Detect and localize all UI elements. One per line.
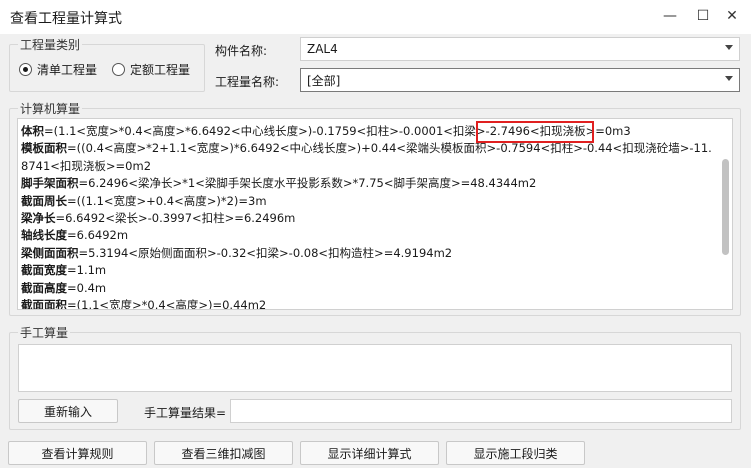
title-bar: 查看工程量计算式 — ☐ ✕ [0, 0, 751, 34]
minimize-icon[interactable]: — [658, 4, 682, 28]
quantity-name-label: 工程量名称: [215, 75, 280, 89]
calc-line-expr: =1.1m [67, 263, 107, 278]
calc-line: 体积=(1.1<宽度>*0.4<高度>*6.6492<中心线长度>)-0.175… [21, 123, 721, 140]
calc-line: 脚手架面积=6.2496<梁净长>*1<梁脚手架长度水平投影系数>*7.75<脚… [21, 175, 721, 192]
highlight-box [476, 121, 594, 143]
calc-line: 截面宽度=1.1m [21, 262, 721, 279]
manual-result-label: 手工算量结果= [144, 406, 227, 420]
calc-line-name: 脚手架面积 [21, 176, 79, 191]
radio-bill-quantity-label: 清单工程量 [37, 63, 98, 77]
calc-line-expr: =((0.4<高度>*2+1.1<宽度>)*6.6492<中心线长度>)+0.4… [67, 141, 712, 156]
calc-line-name: 截面周长 [21, 193, 67, 208]
calc-line: 模板面积=((0.4<高度>*2+1.1<宽度>)*6.6492<中心线长度>)… [21, 140, 721, 157]
calc-line-expr: =((1.1<宽度>+0.4<高度>)*2)=3m [67, 193, 267, 208]
component-name-label: 构件名称: [215, 44, 268, 58]
calc-line: 8741<扣现浇板>=0m2 [21, 158, 721, 175]
component-name-value: ZAL4 [307, 42, 338, 56]
manual-calc-legend: 手工算量 [18, 324, 71, 341]
reinput-button[interactable]: 重新输入 [18, 399, 118, 423]
calc-line-name: 梁净长 [21, 210, 56, 225]
manual-calc-textarea[interactable] [18, 344, 732, 392]
computer-calc-legend: 计算机算量 [18, 100, 83, 117]
calc-line: 轴线长度=6.6492m [21, 227, 721, 244]
calc-line-name: 截面面积 [21, 297, 67, 310]
quantity-type-group: 工程量类别 清单工程量 定额工程量 [9, 36, 205, 92]
calc-line-expr: =(1.1<宽度>*0.4<高度>)=0.44m2 [67, 297, 267, 310]
chevron-down-icon [725, 45, 733, 50]
close-icon[interactable]: ✕ [720, 4, 744, 28]
view-3d-deduction-button[interactable]: 查看三维扣减图 [154, 441, 293, 465]
chevron-down-icon [725, 76, 733, 81]
radio-quota-quantity[interactable]: 定额工程量 [112, 61, 190, 78]
radio-checked-icon [19, 63, 32, 76]
radio-quota-quantity-label: 定额工程量 [130, 63, 191, 77]
calc-line-expr: 8741<扣现浇板>=0m2 [21, 158, 152, 173]
quantity-type-legend: 工程量类别 [18, 36, 83, 53]
maximize-icon[interactable]: ☐ [691, 4, 715, 28]
manual-result-input[interactable] [230, 399, 732, 423]
quantity-name-value: [全部] [307, 73, 341, 88]
radio-unchecked-icon [112, 63, 125, 76]
calc-lines: 体积=(1.1<宽度>*0.4<高度>*6.6492<中心线长度>)-0.175… [21, 123, 721, 310]
calc-line: 梁侧面面积=5.3194<原始侧面面积>-0.32<扣梁>-0.08<扣构造柱>… [21, 245, 721, 262]
calc-line-name: 轴线长度 [21, 228, 67, 243]
computer-calc-textarea[interactable]: 体积=(1.1<宽度>*0.4<高度>*6.6492<中心线长度>)-0.175… [17, 118, 733, 310]
quantity-name-select[interactable]: [全部] [300, 68, 740, 92]
computer-calc-group: 计算机算量 体积=(1.1<宽度>*0.4<高度>*6.6492<中心线长度>)… [9, 100, 741, 316]
window-title: 查看工程量计算式 [10, 11, 122, 27]
show-construction-section-button[interactable]: 显示施工段归类 [446, 441, 585, 465]
calc-line-name: 体积 [21, 124, 44, 138]
calc-line-expr: =6.6492m [67, 228, 129, 243]
radio-bill-quantity[interactable]: 清单工程量 [19, 61, 97, 78]
calc-line: 截面高度=0.4m [21, 280, 721, 297]
calc-line-name: 模板面积 [21, 141, 67, 156]
calc-line: 截面面积=(1.1<宽度>*0.4<高度>)=0.44m2 [21, 297, 721, 310]
calc-line-name: 截面宽度 [21, 263, 67, 278]
calc-line-expr: =5.3194<原始侧面面积>-0.32<扣梁>-0.08<扣构造柱>=4.91… [78, 245, 453, 260]
component-name-select[interactable]: ZAL4 [300, 37, 740, 61]
calc-line-expr: =0.4m [67, 280, 107, 295]
calc-line-expr: =6.2496<梁净长>*1<梁脚手架长度水平投影系数>*7.75<脚手架高度>… [78, 176, 537, 191]
calc-line-name: 梁侧面面积 [21, 245, 79, 260]
calc-line: 梁净长=6.6492<梁长>-0.3997<扣柱>=6.2496m [21, 210, 721, 227]
calc-line-expr: =6.6492<梁长>-0.3997<扣柱>=6.2496m [55, 210, 296, 225]
view-calc-rules-button[interactable]: 查看计算规则 [8, 441, 147, 465]
scrollbar-thumb[interactable] [722, 159, 729, 255]
calc-line: 截面周长=((1.1<宽度>+0.4<高度>)*2)=3m [21, 193, 721, 210]
manual-calc-group: 手工算量 重新输入 手工算量结果= [9, 324, 741, 430]
show-detail-formula-button[interactable]: 显示详细计算式 [300, 441, 439, 465]
calc-line-name: 截面高度 [21, 280, 67, 295]
